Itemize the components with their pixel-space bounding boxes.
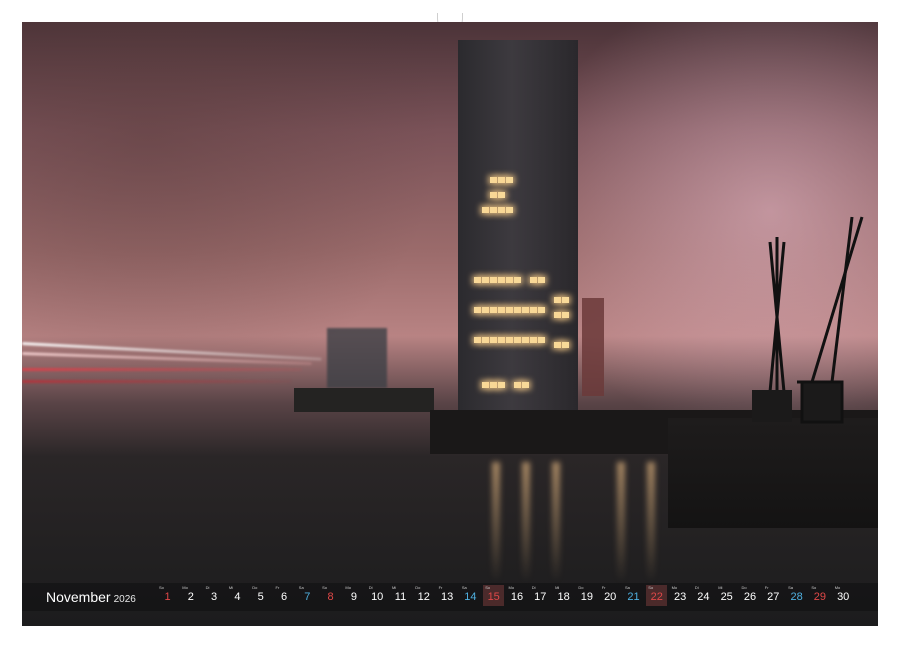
calendar-day: So 15 — [483, 585, 505, 606]
day-number: 1 — [164, 591, 171, 603]
day-of-week: Fr — [764, 585, 769, 590]
day-of-week: Mo — [834, 585, 841, 590]
day-of-week: Sa — [461, 585, 467, 590]
day-number: 30 — [837, 591, 850, 603]
day-number: 4 — [234, 591, 241, 603]
calendar-day: Mi 4 — [227, 585, 248, 606]
day-of-week: Sa — [625, 585, 630, 590]
day-number: 20 — [604, 591, 617, 603]
calendar-month-label: November 2026 — [46, 589, 136, 605]
day-of-week: Sa — [298, 585, 304, 590]
calendar-day: Mo 9 — [343, 585, 364, 606]
calendar-day: Mo 23 — [670, 585, 691, 606]
calendar-day: Mi 18 — [553, 585, 574, 606]
calendar-day: Do 26 — [740, 585, 761, 606]
day-of-week: Di — [694, 585, 699, 590]
day-of-week: Mo — [508, 585, 515, 590]
day-number: 15 — [487, 591, 500, 603]
day-of-week: Do — [415, 585, 421, 590]
day-of-week: Mi — [555, 585, 560, 590]
calendar-day: Di 3 — [204, 585, 225, 606]
day-of-week: So — [811, 585, 817, 590]
calendar-day: Mi 25 — [716, 585, 737, 606]
calendar-day: Mo 16 — [507, 585, 528, 606]
calendar-day: Fr 6 — [274, 585, 295, 606]
day-of-week: Di — [531, 585, 536, 590]
calendar-day: Fr 13 — [437, 585, 458, 606]
day-number: 6 — [280, 591, 288, 603]
calendar-day: Fr 20 — [600, 585, 621, 606]
day-of-week: Sa — [788, 585, 793, 590]
calendar-day: Sa 14 — [460, 585, 481, 606]
harbor-night-photo: November 2026 So 1 Mo 2 Di 3 Mi 4 Do 5 Fr 6 Sa 7 So 8 Mo 9… — [22, 22, 878, 626]
day-number: 7 — [304, 591, 311, 603]
day-number: 12 — [417, 591, 430, 603]
day-number: 13 — [440, 591, 454, 603]
day-number: 2 — [187, 591, 194, 603]
day-number: 21 — [627, 591, 640, 603]
day-of-week: So — [159, 585, 164, 590]
day-of-week: Mo — [182, 585, 188, 590]
calendar-day: Di 17 — [530, 585, 551, 606]
day-number: 11 — [394, 591, 407, 603]
day-number: 10 — [371, 591, 384, 603]
day-number: 5 — [257, 591, 264, 603]
day-of-week: Fr — [438, 585, 443, 590]
month-name: November — [46, 589, 111, 605]
cranes — [752, 216, 864, 424]
day-number: 9 — [350, 591, 357, 603]
day-of-week: Do — [578, 585, 584, 590]
day-of-week: Mo — [345, 585, 351, 590]
day-number: 23 — [673, 591, 687, 603]
day-number: 25 — [720, 591, 733, 603]
calendar-day: Di 24 — [693, 585, 714, 606]
day-number: 17 — [534, 591, 547, 603]
day-of-week: Mo — [671, 585, 678, 590]
day-of-week: Di — [205, 585, 210, 590]
calendar-day: So 29 — [809, 585, 830, 606]
calendar-day: Do 19 — [576, 585, 597, 606]
day-number: 18 — [557, 591, 570, 603]
day-of-week: Do — [252, 585, 258, 590]
day-number: 16 — [510, 591, 524, 603]
calendar-day: Sa 21 — [623, 585, 644, 606]
crane-right — [797, 216, 864, 424]
calendar-day: Di 10 — [367, 585, 388, 606]
day-number: 27 — [767, 591, 780, 603]
day-of-week: Mi — [718, 585, 723, 590]
calendar-day: Mi 11 — [390, 585, 411, 606]
day-number: 3 — [211, 591, 218, 603]
calendar-day: Do 5 — [250, 585, 271, 606]
day-number: 26 — [743, 591, 757, 603]
calendar-day: Fr 27 — [763, 585, 784, 606]
crane-base — [752, 390, 792, 422]
day-of-week: Di — [368, 585, 373, 590]
day-number: 22 — [650, 591, 663, 603]
day-of-week: Do — [741, 585, 747, 590]
crane-left — [762, 237, 792, 397]
calendar-day: Mo 30 — [833, 585, 854, 606]
calendar-day: So 8 — [320, 585, 341, 606]
day-of-week: So — [648, 585, 654, 590]
day-of-week: Mi — [392, 585, 397, 590]
day-of-week: Fr — [275, 585, 280, 590]
calendar-day: So 22 — [646, 585, 668, 606]
day-number: 28 — [790, 591, 803, 603]
day-of-week: Fr — [601, 585, 606, 590]
calendar-day: Do 12 — [413, 585, 434, 606]
day-of-week: Mi — [228, 585, 234, 590]
day-of-week: So — [322, 585, 327, 590]
day-number: 8 — [327, 591, 334, 603]
calendar-day: So 1 — [157, 585, 178, 606]
calendar-day: Mo 2 — [180, 585, 201, 606]
day-number: 24 — [697, 591, 710, 603]
year: 2026 — [113, 594, 136, 605]
day-number: 14 — [464, 591, 477, 603]
calendar-bar: November 2026 So 1 Mo 2 Di 3 Mi 4 Do 5 Fr 6 Sa 7 So 8 Mo 9… — [22, 583, 878, 611]
calendar-day: Sa 28 — [786, 585, 807, 606]
day-of-week: So — [485, 585, 491, 590]
day-number: 29 — [813, 591, 827, 603]
day-number: 19 — [580, 591, 594, 603]
calendar-day: Sa 7 — [297, 585, 318, 606]
